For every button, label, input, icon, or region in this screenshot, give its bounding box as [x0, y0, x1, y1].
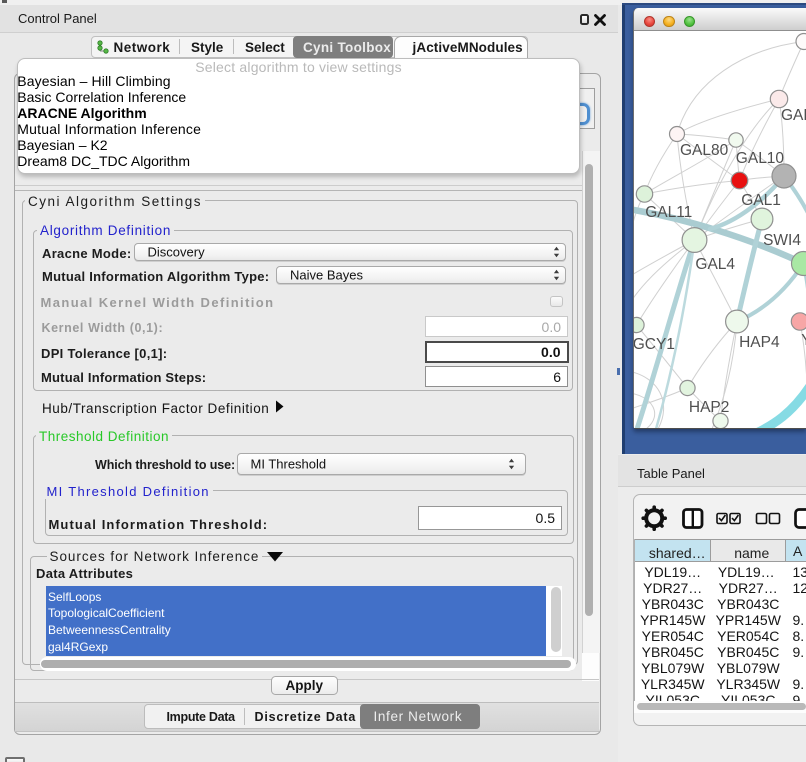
- svg-text:HAP4: HAP4: [739, 334, 780, 351]
- svg-text:GCY1: GCY1: [634, 336, 675, 353]
- svg-text:GAL11: GAL11: [645, 204, 692, 221]
- svg-text:GAL10: GAL10: [735, 150, 784, 167]
- svg-text:HAP2: HAP2: [688, 399, 729, 416]
- svg-text:GAL1: GAL1: [741, 192, 781, 209]
- svg-text:GAL80: GAL80: [680, 142, 729, 159]
- svg-text:Y: Y: [801, 332, 806, 349]
- svg-text:GAL4: GAL4: [695, 256, 735, 273]
- svg-text:SWI4: SWI4: [763, 232, 801, 249]
- svg-text:GAL7: GAL7: [781, 107, 806, 124]
